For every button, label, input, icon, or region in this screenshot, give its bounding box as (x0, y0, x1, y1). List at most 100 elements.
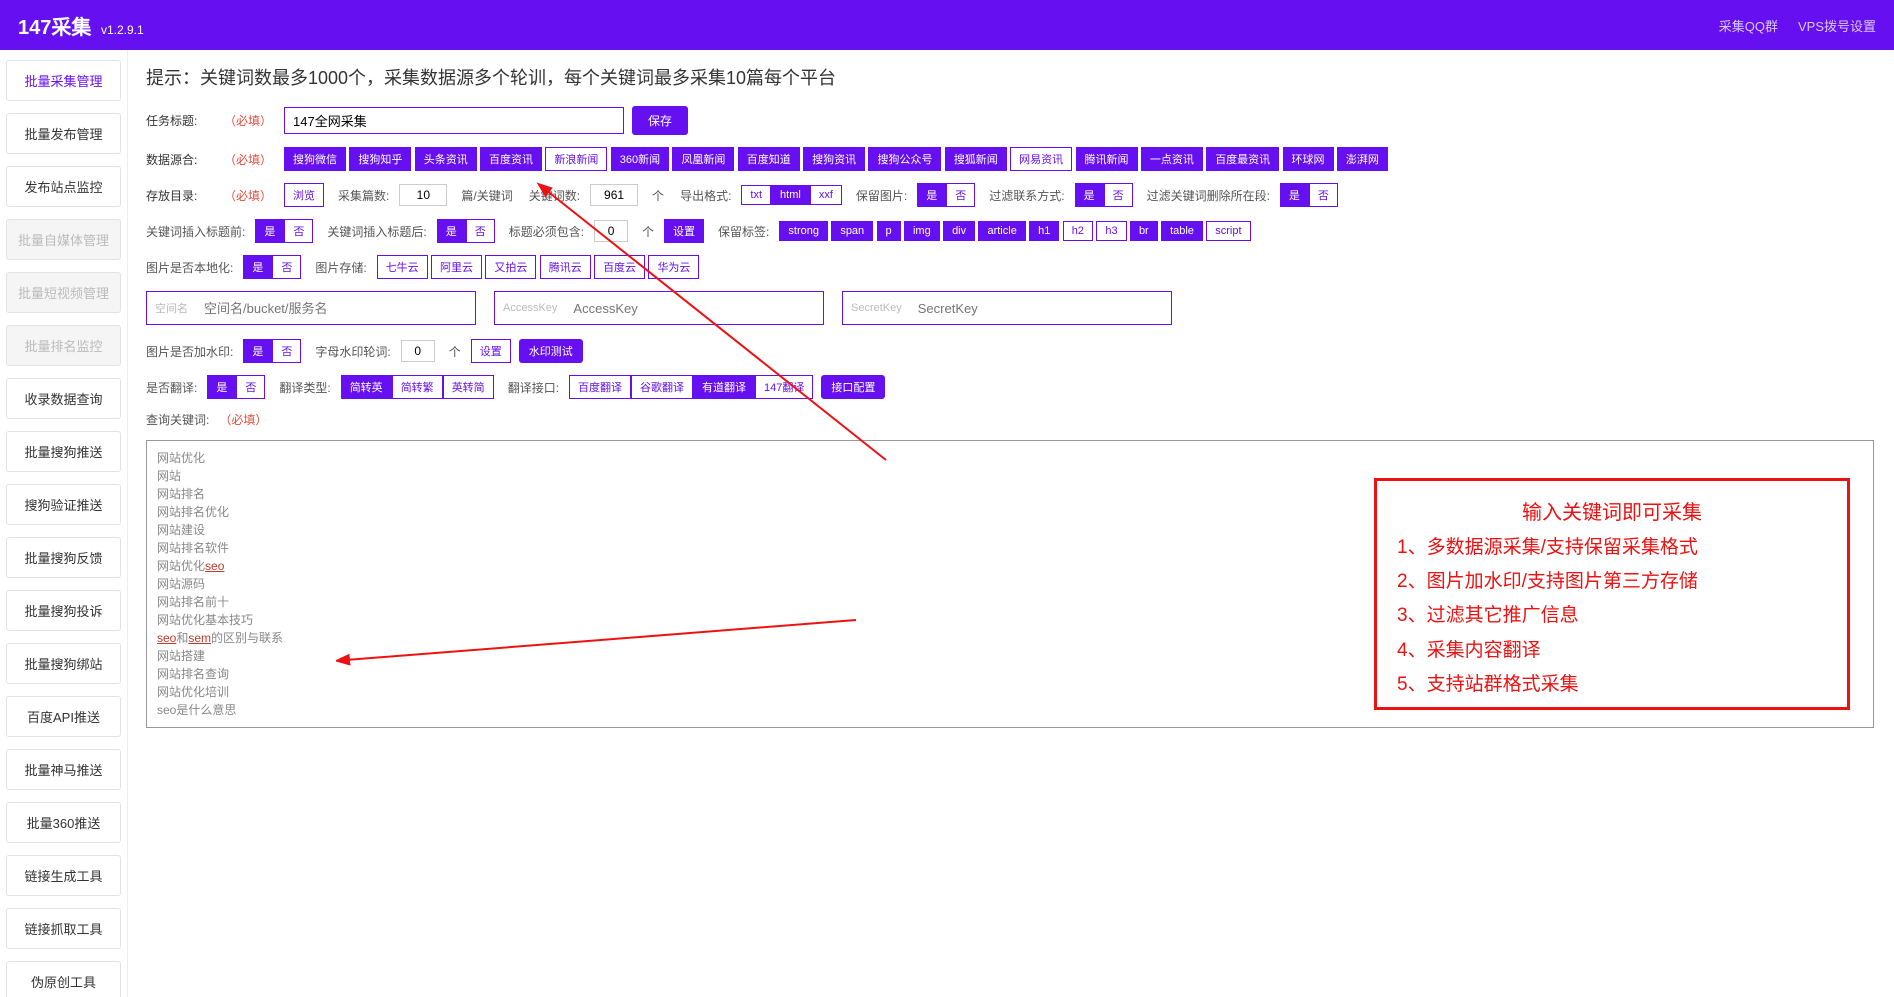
keep-tag-11[interactable]: script (1206, 221, 1250, 241)
sidebar-item-11[interactable]: 批量搜狗绑站 (6, 643, 121, 684)
sidebar-item-1[interactable]: 批量发布管理 (6, 113, 121, 154)
task-title-input[interactable] (284, 107, 624, 134)
source-tag-0[interactable]: 搜狗微信 (284, 147, 346, 171)
source-tag-7[interactable]: 百度知道 (738, 147, 800, 171)
sidebar-item-12[interactable]: 百度API推送 (6, 696, 121, 737)
translate-opt-0[interactable]: 是 (207, 375, 236, 399)
image-local-opt-1[interactable]: 否 (272, 255, 301, 279)
link-vps-dial[interactable]: VPS拨号设置 (1798, 16, 1876, 35)
translate-config-button[interactable]: 接口配置 (821, 375, 885, 399)
translate-type-0[interactable]: 简转英 (341, 375, 392, 399)
browse-button[interactable]: 浏览 (284, 183, 324, 207)
keep-tag-10[interactable]: table (1161, 221, 1203, 241)
storage-opt-1[interactable]: 阿里云 (431, 255, 482, 279)
keep-tag-6[interactable]: h1 (1029, 221, 1059, 241)
keep-tag-2[interactable]: p (877, 221, 901, 241)
watermark-opt-1[interactable]: 否 (272, 339, 301, 363)
translate-api-0[interactable]: 百度翻译 (569, 375, 631, 399)
storage-opt-3[interactable]: 腾讯云 (540, 255, 591, 279)
insert-after-opt-1[interactable]: 否 (466, 219, 495, 243)
translate-api-2[interactable]: 有道翻译 (693, 375, 755, 399)
translate-type-1[interactable]: 简转繁 (392, 375, 443, 399)
keep-tag-9[interactable]: br (1130, 221, 1158, 241)
kw-count-label: 关键词数: (529, 187, 580, 204)
watermark-opt-0[interactable]: 是 (243, 339, 272, 363)
sidebar-item-8[interactable]: 搜狗验证推送 (6, 484, 121, 525)
sidebar-item-16[interactable]: 链接抓取工具 (6, 908, 121, 949)
insert-after-opt-0[interactable]: 是 (437, 219, 466, 243)
keep-tag-1[interactable]: span (831, 221, 873, 241)
keep-tag-0[interactable]: strong (779, 221, 828, 241)
filter-contact-opt-0[interactable]: 是 (1075, 183, 1104, 207)
insert-before-opt-0[interactable]: 是 (255, 219, 284, 243)
export-format-0[interactable]: txt (741, 185, 771, 205)
link-qq-group[interactable]: 采集QQ群 (1719, 16, 1778, 35)
filter-contact-opt-1[interactable]: 否 (1104, 183, 1133, 207)
sidebar-item-9[interactable]: 批量搜狗反馈 (6, 537, 121, 578)
filter-kw-opt-1[interactable]: 否 (1309, 183, 1338, 207)
keywords-textarea[interactable]: 网站优化网站网站排名网站排名优化网站建设网站排名软件网站优化seo网站源码网站排… (146, 440, 1874, 728)
source-tag-3[interactable]: 百度资讯 (480, 147, 542, 171)
source-tag-6[interactable]: 凤凰新闻 (672, 147, 734, 171)
image-local-opt-0[interactable]: 是 (243, 255, 272, 279)
source-tag-9[interactable]: 搜狗公众号 (868, 147, 941, 171)
sources-label: 数据源合: (146, 151, 216, 168)
filter-kw-opt-0[interactable]: 是 (1280, 183, 1309, 207)
translate-api-1[interactable]: 谷歌翻译 (631, 375, 693, 399)
storage-opt-4[interactable]: 百度云 (594, 255, 645, 279)
source-tag-13[interactable]: 一点资讯 (1141, 147, 1203, 171)
watermark-rotate-set[interactable]: 设置 (471, 339, 511, 363)
sidebar-item-15[interactable]: 链接生成工具 (6, 855, 121, 896)
keep-tag-5[interactable]: article (978, 221, 1025, 241)
source-tag-8[interactable]: 搜狗资讯 (803, 147, 865, 171)
watermark-rotate-input[interactable] (401, 340, 435, 362)
storage-opt-5[interactable]: 华为云 (648, 255, 699, 279)
title-must-input[interactable] (594, 220, 628, 242)
sidebar-item-14[interactable]: 批量360推送 (6, 802, 121, 843)
source-tag-1[interactable]: 搜狗知乎 (349, 147, 411, 171)
image-local-label: 图片是否本地化: (146, 259, 233, 276)
insert-before-opt-1[interactable]: 否 (284, 219, 313, 243)
sidebar-item-17[interactable]: 伪原创工具 (6, 961, 121, 997)
source-tag-14[interactable]: 百度最资讯 (1206, 147, 1279, 171)
source-tag-10[interactable]: 搜狐新闻 (945, 147, 1007, 171)
keep-img-opt-0[interactable]: 是 (917, 183, 946, 207)
secretkey-input[interactable] (910, 301, 1171, 316)
source-tag-15[interactable]: 环球网 (1283, 147, 1334, 171)
keyword-line-10: seo和sem的区别与联系 (157, 629, 1863, 647)
translate-api-3[interactable]: 147翻译 (755, 375, 813, 399)
sidebar-item-6[interactable]: 收录数据查询 (6, 378, 121, 419)
space-field[interactable]: 空间名 (146, 291, 476, 325)
secretkey-field[interactable]: SecretKey (842, 291, 1172, 325)
source-tag-2[interactable]: 头条资讯 (415, 147, 477, 171)
watermark-test-button[interactable]: 水印测试 (519, 339, 583, 363)
accesskey-input[interactable] (565, 301, 823, 316)
translate-opt-1[interactable]: 否 (236, 375, 265, 399)
keep-tag-7[interactable]: h2 (1063, 221, 1093, 241)
translate-type-2[interactable]: 英转简 (443, 375, 494, 399)
source-tag-16[interactable]: 澎湃网 (1337, 147, 1388, 171)
source-tag-12[interactable]: 腾讯新闻 (1076, 147, 1138, 171)
sidebar-item-13[interactable]: 批量神马推送 (6, 749, 121, 790)
export-format-2[interactable]: xxf (810, 185, 842, 205)
source-tag-4[interactable]: 新浪新闻 (545, 147, 607, 171)
accesskey-field[interactable]: AccessKey (494, 291, 824, 325)
keep-tag-4[interactable]: div (943, 221, 975, 241)
sidebar-item-10[interactable]: 批量搜狗投诉 (6, 590, 121, 631)
collect-count-input[interactable] (399, 184, 447, 206)
sidebar-item-2[interactable]: 发布站点监控 (6, 166, 121, 207)
space-input[interactable] (196, 301, 475, 316)
export-format-1[interactable]: html (771, 185, 810, 205)
keep-tag-8[interactable]: h3 (1096, 221, 1126, 241)
sidebar-item-0[interactable]: 批量采集管理 (6, 60, 121, 101)
source-tag-5[interactable]: 360新闻 (611, 147, 669, 171)
storage-opt-0[interactable]: 七牛云 (377, 255, 428, 279)
storage-opt-2[interactable]: 又拍云 (485, 255, 536, 279)
source-tag-11[interactable]: 网易资讯 (1010, 147, 1072, 171)
kw-count-input[interactable] (590, 184, 638, 206)
keep-tag-3[interactable]: img (904, 221, 940, 241)
save-button[interactable]: 保存 (632, 106, 688, 135)
title-must-set-button[interactable]: 设置 (664, 219, 704, 243)
sidebar-item-7[interactable]: 批量搜狗推送 (6, 431, 121, 472)
keep-img-opt-1[interactable]: 否 (946, 183, 975, 207)
